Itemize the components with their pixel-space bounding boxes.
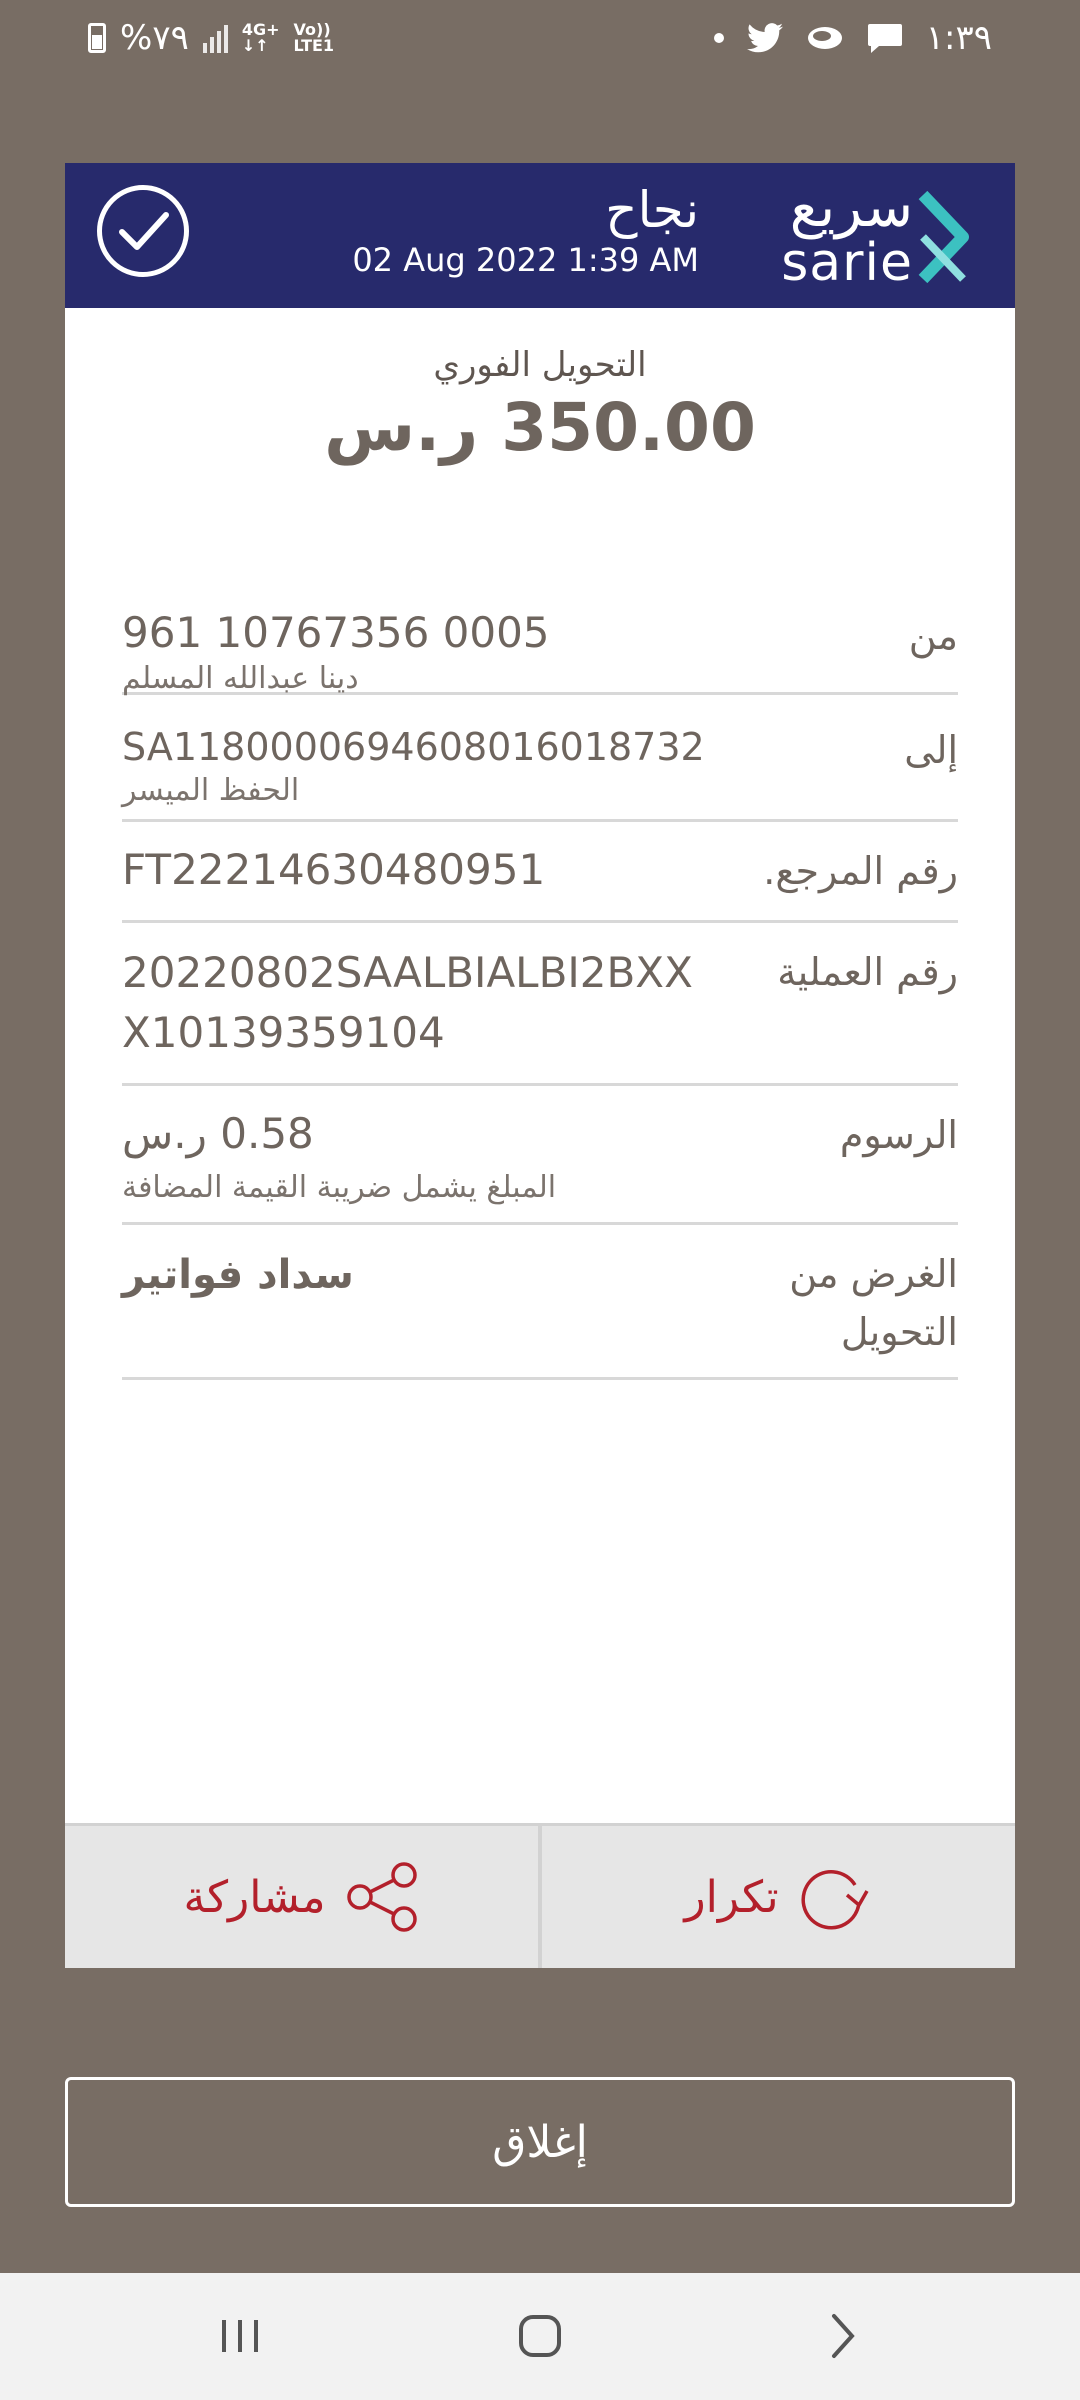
transaction-date: 02 Aug 2022 1:39 AM	[352, 241, 699, 279]
row-fees: الرسوم 0.58 ر.س المبلغ يشمل ضريبة القيمة…	[122, 1086, 958, 1225]
clock: ١:٣٩	[925, 18, 992, 58]
receipt-header: نجاح 02 Aug 2022 1:39 AM سريع sarie	[65, 163, 1015, 308]
battery-level: %٧٩	[120, 18, 189, 58]
purpose-label-line2: التحويل	[840, 1310, 958, 1354]
transfer-type: التحويل الفوري	[433, 345, 647, 385]
fees-note: المبلغ يشمل ضريبة القيمة المضافة	[122, 1170, 557, 1205]
message-icon	[866, 21, 904, 55]
to-label: إلى	[904, 728, 958, 772]
recents-icon[interactable]	[200, 2303, 280, 2369]
network-indicator: 4G+ ↓↑	[241, 20, 280, 55]
row-from: من 961 10767356 0005 دينا عبدالله المسلم	[122, 603, 958, 696]
from-name: دينا عبدالله المسلم	[122, 661, 359, 696]
status-left: %٧٩ 4G+ ↓↑ Vo)) LTE1	[88, 18, 334, 58]
status-title: نجاح	[605, 181, 699, 239]
sarie-logo: سريع sarie	[775, 175, 971, 293]
signal-icon	[202, 23, 228, 53]
share-button[interactable]: مشاركة	[65, 1826, 538, 1968]
from-account: 961 10767356 0005	[122, 608, 550, 657]
chat-icon	[806, 21, 844, 55]
operation-label: رقم العملية	[777, 950, 958, 994]
action-bar: مشاركة تكرار	[65, 1823, 1015, 1968]
purpose-value: سداد فواتير	[122, 1252, 354, 1298]
volte-indicator: Vo)) LTE1	[293, 20, 335, 55]
operation-number-line2: X10139359104	[122, 1008, 445, 1057]
operation-number-line1: 20220802SAALBIALBI2BXX	[122, 948, 693, 997]
row-reference: رقم المرجع. FT22214630480951	[122, 822, 958, 923]
to-iban: SA1180000694608016018732	[122, 725, 705, 769]
to-name: الحفظ الميسر	[122, 773, 300, 808]
home-icon[interactable]	[500, 2303, 580, 2369]
repeat-label: تكرار	[684, 1871, 779, 1923]
share-label: مشاركة	[183, 1871, 326, 1923]
transfer-amount: 350.00 ر.س	[324, 389, 756, 466]
navigation-bar	[0, 2273, 1080, 2400]
logo-english: sarie	[781, 233, 913, 293]
status-right: ١:٣٩	[713, 18, 992, 58]
row-purpose: الغرض من التحويل سداد فواتير	[122, 1225, 958, 1380]
check-circle-icon	[97, 185, 189, 277]
battery-icon	[88, 23, 106, 53]
purpose-label-line1: الغرض من	[789, 1252, 958, 1296]
status-bar: %٧٩ 4G+ ↓↑ Vo)) LTE1 ١:٣٩	[0, 0, 1080, 80]
back-icon[interactable]	[803, 2303, 883, 2369]
share-icon	[346, 1862, 417, 1932]
reference-number: FT22214630480951	[122, 845, 546, 894]
receipt-card: نجاح 02 Aug 2022 1:39 AM سريع sarie التح…	[65, 163, 1015, 1968]
reference-label: رقم المرجع.	[763, 849, 958, 893]
row-to: إلى SA1180000694608016018732 الحفظ الميس…	[122, 695, 958, 822]
fees-value: 0.58 ر.س	[122, 1109, 314, 1158]
repeat-button[interactable]: تكرار	[542, 1826, 1015, 1968]
fees-label: الرسوم	[839, 1113, 958, 1157]
twitter-icon	[746, 21, 784, 55]
notification-dot	[713, 33, 724, 43]
logo-arabic: سريع	[789, 175, 913, 240]
close-button[interactable]: إغلاق	[65, 2077, 1015, 2207]
repeat-icon	[801, 1870, 869, 1930]
from-label: من	[908, 614, 958, 658]
sarie-mark-icon	[918, 190, 969, 284]
row-operation: رقم العملية 20220802SAALBIALBI2BXX X1013…	[122, 923, 958, 1086]
